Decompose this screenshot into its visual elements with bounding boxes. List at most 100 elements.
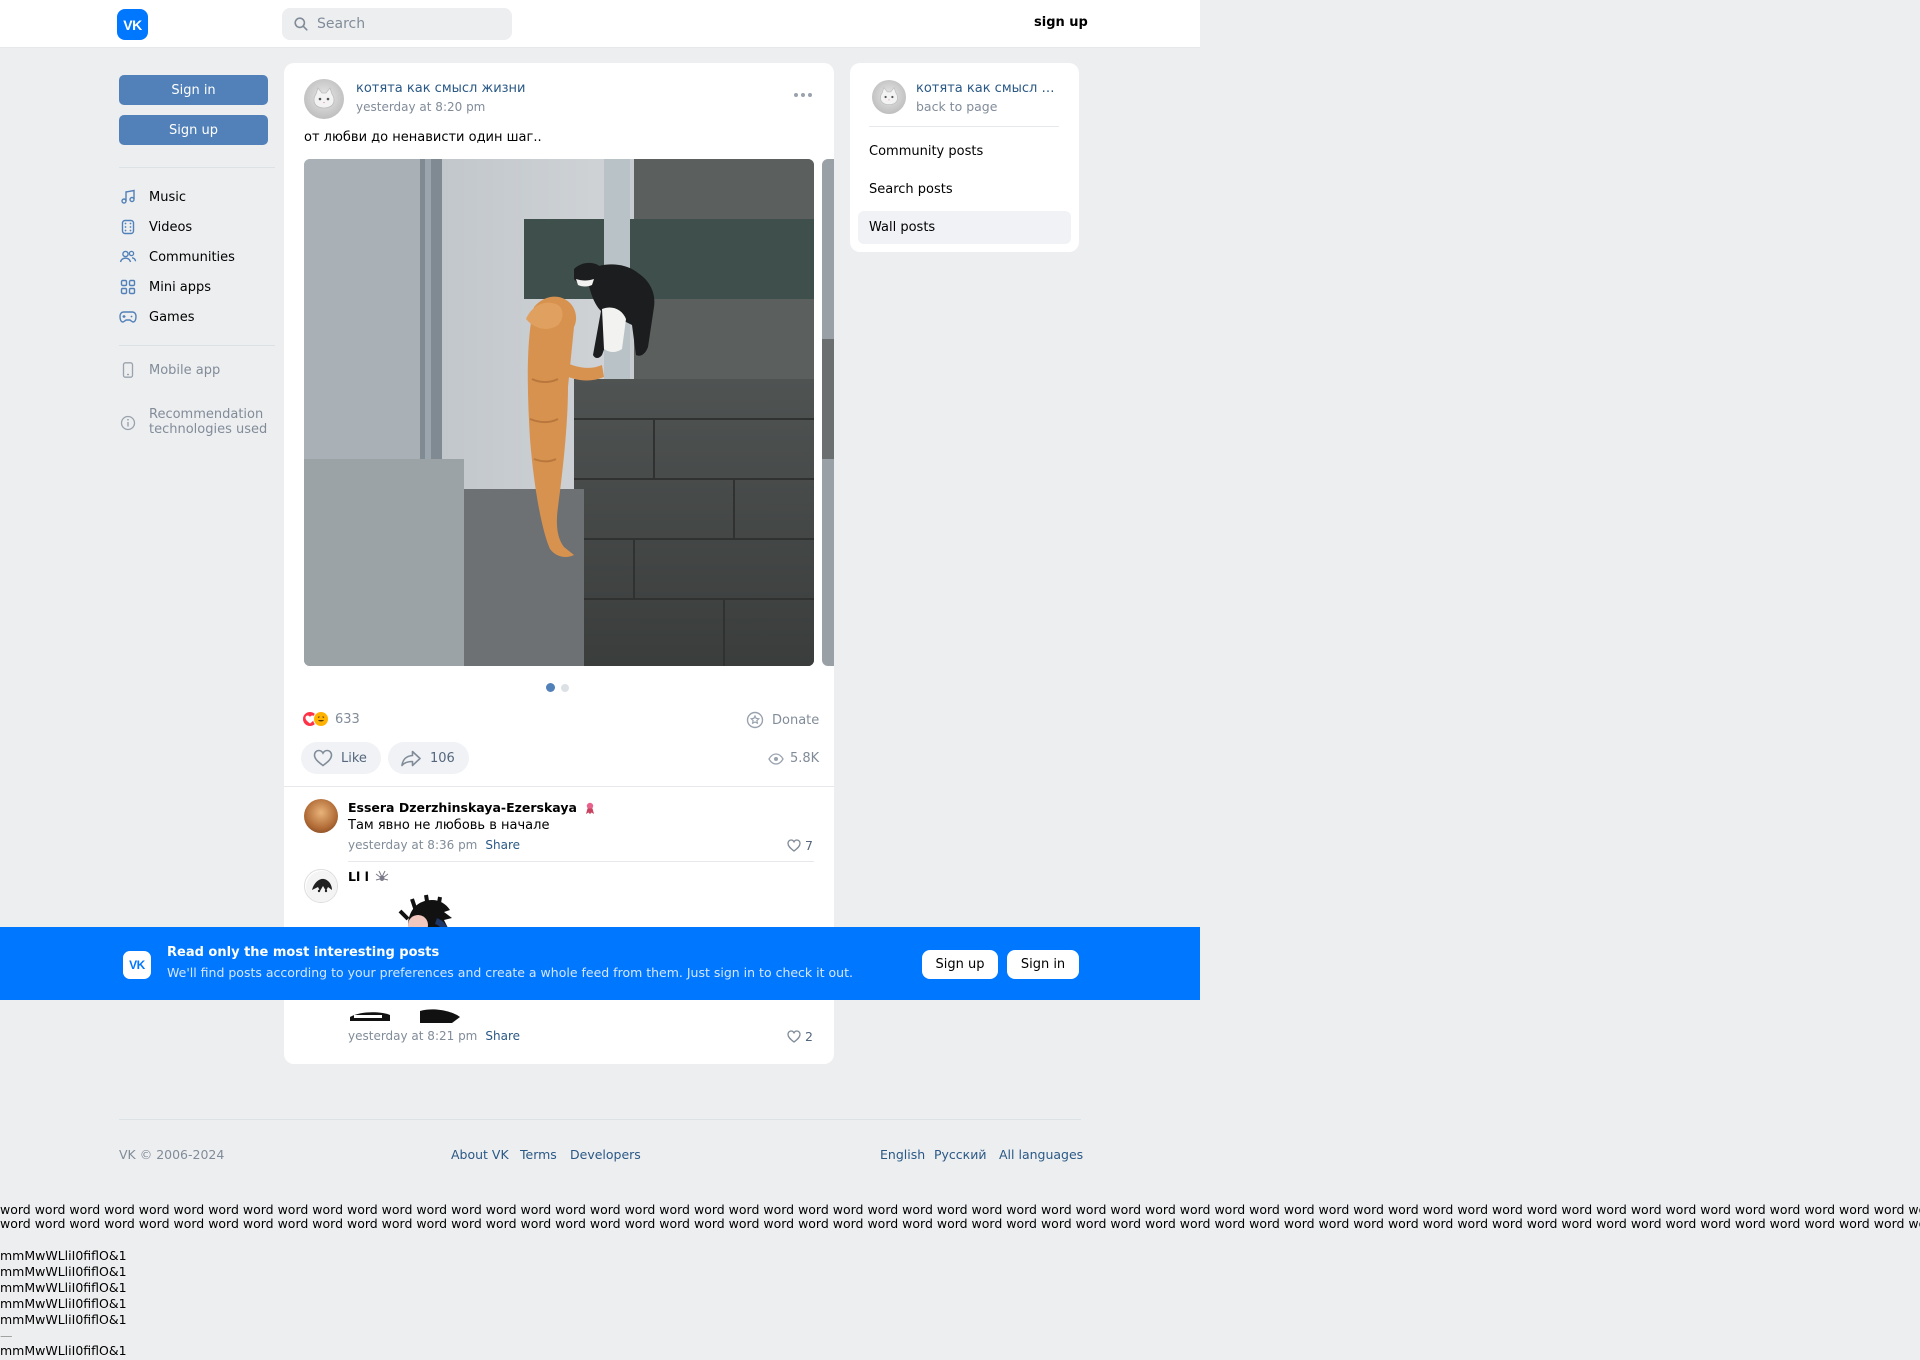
- info-icon: [119, 414, 137, 432]
- sticker-feet-illustration: [350, 1009, 460, 1023]
- heart-icon: [313, 749, 333, 767]
- sidebar-item-communities[interactable]: Communities: [119, 245, 235, 269]
- more-options-icon[interactable]: [794, 93, 812, 97]
- glyph-test-line: mmMwWLliI0fiflO&1: [0, 1248, 127, 1263]
- comment-like-count: 7: [805, 838, 813, 853]
- views-count: 5.8K: [790, 751, 820, 766]
- heart-icon: [787, 839, 801, 852]
- glyph-test-line: mmMwWLliI0fiflO&1: [0, 1312, 127, 1327]
- glyph-test-line: mmMwWLliI0fiflO&1: [0, 1264, 127, 1279]
- dash-test-line: —: [0, 1328, 13, 1343]
- comment-avatar[interactable]: [304, 869, 338, 903]
- wall-navigation-card: котята как смысл жизни back to page Comm…: [850, 63, 1079, 252]
- community-title-link[interactable]: котята как смысл жизни: [916, 81, 1066, 96]
- laugh-reaction-icon: [313, 711, 329, 727]
- sketch-avatar-icon: [306, 871, 337, 902]
- sidebar-item-label: Communities: [149, 249, 235, 265]
- comment-like-button[interactable]: 7: [787, 838, 813, 853]
- sidebar-item-label: Games: [149, 309, 195, 325]
- rec-line-1: Recommendation: [149, 407, 264, 422]
- like-button[interactable]: Like: [301, 742, 381, 774]
- search-input[interactable]: [317, 16, 497, 32]
- cat-face-icon: [313, 87, 335, 109]
- post-photo[interactable]: [304, 159, 814, 666]
- reactions-summary[interactable]: 633: [302, 711, 360, 727]
- next-photo-illustration: [822, 159, 834, 666]
- sidebar-item-mini-apps[interactable]: Mini apps: [119, 275, 211, 299]
- community-avatar[interactable]: [304, 79, 344, 119]
- post-timestamp[interactable]: yesterday at 8:20 pm: [356, 100, 485, 114]
- post-card: котята как смысл жизни yesterday at 8:20…: [284, 63, 834, 1064]
- carousel-dots[interactable]: [546, 683, 569, 692]
- footer-about-link[interactable]: About VK: [451, 1147, 509, 1162]
- like-label: Like: [341, 750, 367, 766]
- footer-copyright: VK © 2006-2024: [119, 1147, 225, 1162]
- donate-icon: [746, 711, 764, 729]
- music-icon: [119, 188, 137, 206]
- comment-avatar[interactable]: [304, 799, 338, 833]
- word-test-block: word word word word word word word word …: [0, 1203, 1920, 1231]
- banner-subtitle: We'll find posts according to your prefe…: [167, 965, 853, 980]
- sidebar-item-mobile-app[interactable]: Mobile app: [119, 358, 220, 382]
- carousel-dot-2[interactable]: [561, 683, 569, 692]
- card-divider: [869, 126, 1059, 127]
- users-icon: [119, 248, 137, 266]
- sidebar-signup-button[interactable]: Sign up: [119, 115, 268, 145]
- comment-divider: [348, 861, 814, 862]
- share-count: 106: [430, 750, 455, 766]
- vk-logo[interactable]: VK: [117, 9, 148, 40]
- comment-time[interactable]: yesterday at 8:21 pm: [348, 1029, 477, 1043]
- donate-label: Donate: [772, 712, 820, 728]
- footer-developers-link[interactable]: Developers: [570, 1147, 641, 1162]
- footer-russian-link[interactable]: Русский: [934, 1147, 986, 1162]
- sidebar-divider: [119, 345, 275, 346]
- comment-meta: yesterday at 8:36 pm Share: [348, 838, 520, 852]
- nav-community-posts[interactable]: Community posts: [858, 135, 1071, 168]
- glyph-test-line: mmMwWLliI0fiflO&1: [0, 1343, 127, 1358]
- comment-author-name: Ll l: [348, 869, 369, 884]
- heart-icon: [787, 1030, 801, 1043]
- ribbon-badge-icon: [585, 802, 594, 814]
- comment-time[interactable]: yesterday at 8:36 pm: [348, 838, 477, 852]
- share-button[interactable]: 106: [388, 742, 469, 774]
- search-icon: [294, 17, 308, 31]
- comment-author[interactable]: Ll l: [348, 869, 389, 884]
- sidebar-item-label: Music: [149, 189, 186, 205]
- community-avatar[interactable]: [872, 80, 906, 114]
- banner-signin-button[interactable]: Sign in: [1007, 950, 1079, 979]
- donate-button[interactable]: Donate: [746, 711, 819, 729]
- banner-signup-button[interactable]: Sign up: [922, 950, 998, 979]
- sidebar-item-music[interactable]: Music: [119, 185, 186, 209]
- carousel-dot-1[interactable]: [546, 683, 555, 692]
- share-icon: [401, 750, 421, 767]
- sidebar-divider: [119, 167, 275, 168]
- footer-terms-link[interactable]: Terms: [520, 1147, 557, 1162]
- post-author-link[interactable]: котята как смысл жизни: [356, 81, 526, 96]
- rec-line-2: technologies used: [149, 422, 268, 437]
- cat-face-icon: [880, 86, 898, 105]
- search-box[interactable]: [282, 8, 512, 40]
- sidebar-item-games[interactable]: Games: [119, 305, 194, 329]
- comment-text: Там явно не любовь в начале: [348, 818, 550, 833]
- sticker-feet: [350, 1007, 470, 1023]
- comment-share-link[interactable]: Share: [485, 838, 520, 852]
- sidebar-signin-button[interactable]: Sign in: [119, 75, 268, 105]
- back-to-page-link[interactable]: back to page: [916, 99, 997, 114]
- comment-author[interactable]: Essera Dzerzhinskaya-Ezerskaya: [348, 800, 597, 815]
- reactions-count: 633: [335, 711, 360, 727]
- nav-wall-posts[interactable]: Wall posts: [858, 211, 1071, 244]
- comment-like-count: 2: [805, 1029, 813, 1044]
- nav-search-posts[interactable]: Search posts: [858, 173, 1071, 206]
- sidebar-item-recommendation-tech[interactable]: Recommendation technologies used: [119, 407, 267, 439]
- footer-english-link[interactable]: English: [880, 1147, 925, 1162]
- header-signup-link[interactable]: sign up: [1034, 15, 1088, 30]
- spider-badge-icon: [375, 870, 389, 881]
- post-divider: [284, 786, 834, 787]
- footer-all-languages-link[interactable]: All languages: [999, 1147, 1083, 1162]
- sidebar-item-videos[interactable]: Videos: [119, 215, 192, 239]
- views-counter: 5.8K: [768, 751, 819, 766]
- glyph-test-line: mmMwWLliI0fiflO&1: [0, 1296, 127, 1311]
- comment-share-link[interactable]: Share: [485, 1029, 520, 1043]
- comment-like-button[interactable]: 2: [787, 1029, 813, 1044]
- next-photo-preview[interactable]: [822, 159, 834, 666]
